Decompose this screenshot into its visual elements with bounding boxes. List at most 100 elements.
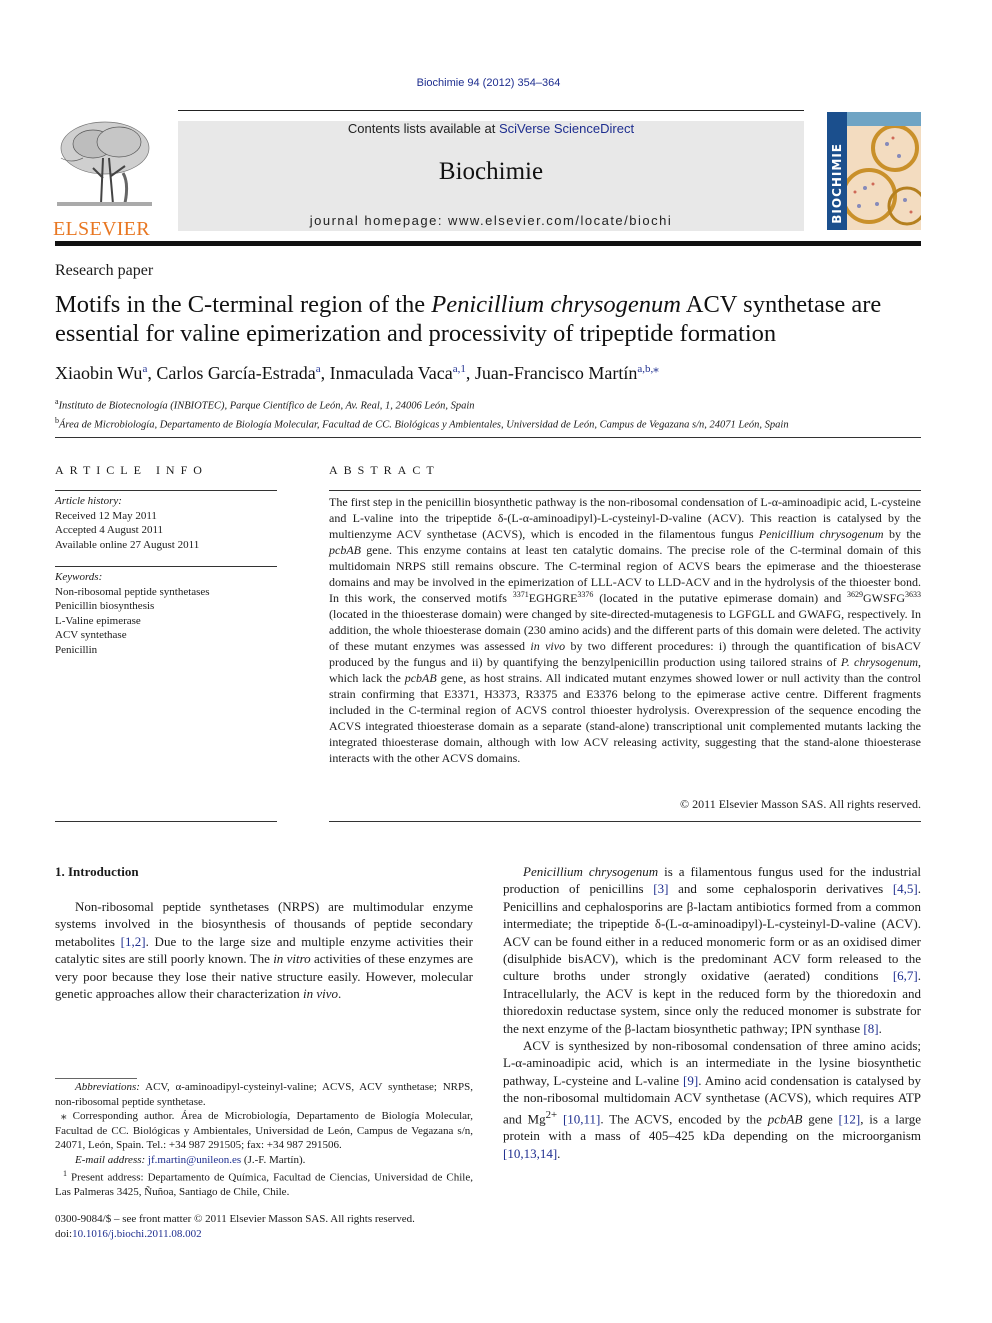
italic-term: in vitro xyxy=(273,951,311,967)
history-online: Available online 27 August 2011 xyxy=(55,538,200,551)
keyword: Non-ribosomal peptide synthetases xyxy=(55,585,210,598)
history-accepted: Accepted 4 August 2011 xyxy=(55,524,164,536)
email-link[interactable]: jf.martin@unileon.es xyxy=(148,1154,241,1166)
abstract-copyright: © 2011 Elsevier Masson SAS. All rights r… xyxy=(680,797,921,811)
divider xyxy=(55,821,277,822)
text: (J.-F. Martín). xyxy=(241,1153,306,1166)
text: . Penicillins and cephalosporins are β-l… xyxy=(503,881,921,984)
affiliation: aInstituto de Biotecnología (INBIOTEC), … xyxy=(55,395,789,414)
cover-protein-illustration xyxy=(847,126,921,226)
journal-cover-image[interactable]: BIOCHIMIE xyxy=(827,112,921,230)
footnote-label: Abbreviations: xyxy=(75,1081,140,1093)
paragraph: ACV is synthesized by non-ribosomal cond… xyxy=(503,1037,921,1162)
divider xyxy=(329,821,921,822)
text: by the xyxy=(883,527,921,541)
author[interactable]: Xiaobin Wu xyxy=(55,363,142,383)
reference-link[interactable]: [1,2] xyxy=(121,934,146,949)
title-block-rule xyxy=(55,437,921,438)
article-history: Article history: Received 12 May 2011 Ac… xyxy=(55,494,199,552)
reference-link[interactable]: [4,5] xyxy=(893,881,918,896)
header-top-rule xyxy=(178,110,804,111)
footnote-email: E-mail address: jf.martin@unileon.es (J.… xyxy=(55,1153,473,1168)
elsevier-logo[interactable]: ELSEVIER xyxy=(53,118,156,239)
footnote-abbreviations: Abbreviations: ACV, α-aminoadipyl-cystei… xyxy=(55,1080,473,1109)
gene-name: pcbAB xyxy=(404,671,437,685)
keyword: ACV syntethase xyxy=(55,629,127,641)
contents-line: Contents lists available at SciVerse Sci… xyxy=(178,121,804,136)
journal-name: Biochimie xyxy=(438,158,544,185)
affiliation: bÁrea de Microbiología, Departamento de … xyxy=(55,414,789,433)
footnote-label: E-mail address: xyxy=(75,1153,146,1166)
header-thick-rule xyxy=(55,241,921,246)
reference-link[interactable]: [6,7] xyxy=(893,968,918,983)
keywords: Keywords: Non-ribosomal peptide syntheta… xyxy=(55,570,210,657)
keyword: Penicillin biosynthesis xyxy=(55,600,155,612)
author-affiliation-mark[interactable]: a,1 xyxy=(453,363,466,375)
history-label: Article history: xyxy=(55,495,122,507)
cover-title: BIOCHIMIE xyxy=(830,143,844,224)
journal-masthead: Contents lists available at SciVerse Sci… xyxy=(178,121,804,231)
body-column-right: Penicillium chrysogenum is a filamentous… xyxy=(503,863,921,1162)
author-affiliation-mark[interactable]: a,b,⁎ xyxy=(637,363,658,375)
keyword: Penicillin xyxy=(55,643,98,656)
text: and some cephalosporin derivatives xyxy=(668,881,893,897)
elsevier-wordmark: ELSEVIER xyxy=(53,218,150,240)
species-name: Penicillium chrysogenum xyxy=(758,527,884,541)
motif: GWSFG xyxy=(863,591,906,605)
text: Present address: Departamento de Química… xyxy=(55,1171,473,1199)
text: . xyxy=(337,986,342,1002)
cover-top-band xyxy=(847,112,921,126)
title-species: Penicillium chrysogenum xyxy=(431,291,681,318)
article-info-heading: ARTICLE INFO xyxy=(55,463,208,477)
affiliation-text: Instituto de Biotecnología (INBIOTEC), P… xyxy=(58,400,475,412)
doi-link[interactable]: 10.1016/j.biochi.2011.08.002 xyxy=(72,1228,201,1240)
footnotes: Abbreviations: ACV, α-aminoadipyl-cystei… xyxy=(55,1080,473,1200)
footnote-present-address: 1 Present address: Departamento de Quími… xyxy=(55,1167,473,1200)
author-affiliation-mark[interactable]: a xyxy=(142,363,147,375)
elsevier-tree-icon xyxy=(53,118,156,212)
issn-line: 0300-9084/$ – see front matter © 2011 El… xyxy=(55,1213,415,1225)
italic-term: in vivo xyxy=(302,986,338,1002)
gene-name: pcbAB xyxy=(767,1111,803,1127)
italic-term: in vivo xyxy=(530,639,566,653)
paragraph: Non-ribosomal peptide synthetases (NRPS)… xyxy=(55,898,473,1002)
section-heading-introduction: 1. Introduction xyxy=(55,864,139,879)
divider xyxy=(55,490,277,491)
motif-position: 3629 xyxy=(847,590,863,599)
journal-citation-link[interactable]: Biochimie 94 (2012) 354–364 xyxy=(0,77,977,89)
reference-link[interactable]: [9] xyxy=(683,1073,698,1088)
article-type: Research paper xyxy=(55,262,154,279)
reference-link[interactable]: [12] xyxy=(839,1111,861,1126)
divider xyxy=(329,490,921,491)
species-name: P. chrysogenum xyxy=(840,655,918,669)
keywords-label: Keywords: xyxy=(55,571,103,583)
abstract-body: The first step in the penicillin biosynt… xyxy=(329,494,921,766)
divider xyxy=(55,566,277,567)
reference-link[interactable]: [10,11] xyxy=(563,1111,600,1126)
footnote-rule xyxy=(55,1078,137,1079)
journal-homepage-link[interactable]: journal homepage: www.elsevier.com/locat… xyxy=(178,213,804,228)
text: . xyxy=(557,1145,561,1161)
motif-position: 3633 xyxy=(905,590,922,599)
author-affiliation-mark[interactable]: a xyxy=(316,363,321,375)
author[interactable]: Inmaculada Vaca xyxy=(330,363,453,383)
text: . xyxy=(878,1020,882,1036)
author[interactable]: Carlos García-Estrada xyxy=(156,363,315,383)
doi-label: doi: xyxy=(55,1227,73,1240)
motif-position: 3376 xyxy=(577,590,594,599)
doi-line: doi:10.1016/j.biochi.2011.08.002 xyxy=(55,1227,415,1242)
author[interactable]: Juan-Francisco Martín xyxy=(475,363,637,383)
superscript: 2+ xyxy=(545,1108,558,1121)
body-column-left: Non-ribosomal peptide synthetases (NRPS)… xyxy=(55,898,473,1002)
contents-prefix: Contents lists available at xyxy=(347,121,499,136)
author-list: Xiaobin Wua, Carlos García-Estradaa, Inm… xyxy=(55,363,659,383)
text: gene xyxy=(802,1111,839,1127)
sciencedirect-link[interactable]: SciVerse ScienceDirect xyxy=(499,121,634,136)
reference-link[interactable]: [3] xyxy=(653,881,668,896)
reference-link[interactable]: [8] xyxy=(863,1021,878,1036)
reference-link[interactable]: [10,13,14] xyxy=(503,1146,557,1161)
history-received: Received 12 May 2011 xyxy=(55,509,157,522)
article-title: Motifs in the C-terminal region of the P… xyxy=(55,290,935,348)
text: (located in the putative epimerase domai… xyxy=(593,591,847,605)
title-part: Motifs in the C-terminal region of the xyxy=(55,291,432,318)
